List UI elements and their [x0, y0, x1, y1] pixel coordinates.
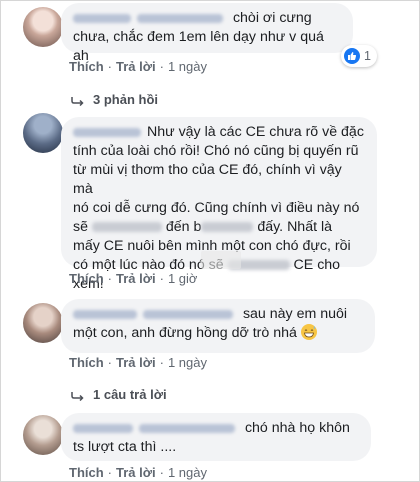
author-name-blurred [73, 13, 131, 23]
comment-actions: Thích · Trả lời · 1 ngày [69, 59, 207, 74]
comment-line: sẽ [73, 219, 88, 235]
avatar[interactable] [23, 7, 63, 47]
like-button[interactable]: Thích [69, 465, 104, 480]
view-replies-link[interactable]: 3 phản hồi [71, 92, 158, 107]
author-name-blurred [137, 13, 223, 23]
author-name-blurred [143, 309, 233, 319]
author-name-blurred [73, 309, 137, 319]
replies-count-label: 3 phản hồi [93, 92, 158, 107]
reply-button[interactable]: Trả lời [116, 355, 156, 370]
like-button[interactable]: Thích [69, 59, 104, 74]
comment-line: nó coi dễ cưng đó. Cũng chính vì điều nà… [73, 200, 360, 216]
reply-arrow-icon [71, 391, 84, 401]
replies-count-label: 1 câu trả lời [93, 387, 167, 402]
comment-line: tính của loài chó rồi! Chó nó cũng bị qu… [73, 143, 359, 159]
author-name-blurred [139, 423, 235, 433]
reply-button[interactable]: Trả lời [116, 465, 156, 480]
comment-actions: Thích · Trả lời · 1 ngày [69, 465, 207, 480]
author-name-blurred [73, 127, 141, 137]
watermark [201, 251, 241, 269]
comment-actions: Thích · Trả lời · 1 ngày [69, 355, 207, 370]
redacted-text [201, 222, 254, 233]
comments-panel: chòi ơi cưng chưa, chắc đem 1em lên dạy … [0, 0, 420, 482]
timestamp[interactable]: 1 ngày [168, 59, 207, 74]
comment-bubble: chó nhà họ khôn ts lượt cta thì .... [61, 413, 371, 461]
like-button[interactable]: Thích [69, 355, 104, 370]
comment-bubble: sau này em nuôi một con, anh đừng hồng d… [61, 299, 375, 353]
author-name-blurred [73, 423, 133, 433]
reaction-count-number: 1 [364, 49, 371, 63]
reaction-count[interactable]: 1 [341, 45, 377, 67]
like-icon [344, 48, 360, 64]
comment-actions: Thích · Trả lời · 1 giờ [69, 271, 198, 286]
avatar[interactable] [23, 303, 63, 343]
reply-button[interactable]: Trả lời [116, 59, 156, 74]
redacted-text [91, 222, 162, 233]
reply-button[interactable]: Trả lời [116, 271, 156, 286]
reply-arrow-icon [71, 96, 84, 106]
grin-sweat-emoji-icon [300, 324, 317, 340]
comment-line: Như vậy là các CE chưa rõ về đặc [147, 124, 364, 140]
view-replies-link[interactable]: 1 câu trả lời [71, 387, 167, 402]
comment-line: CE cho [293, 257, 341, 273]
timestamp[interactable]: 1 ngày [168, 355, 207, 370]
timestamp[interactable]: 1 giờ [168, 271, 198, 286]
comment-line: đến b [165, 219, 202, 235]
comment-bubble: Như vậy là các CE chưa rõ về đặc tính củ… [61, 117, 377, 292]
timestamp[interactable]: 1 ngày [168, 465, 207, 480]
comment-bubble: chòi ơi cưng chưa, chắc đem 1em lên dạy … [61, 3, 353, 64]
comment-line: đấy. Nhất là [257, 219, 333, 235]
comment-line: từ mùi vị thơm tho của CE đó, chính vì v… [73, 162, 342, 197]
like-button[interactable]: Thích [69, 271, 104, 286]
avatar[interactable] [23, 113, 63, 153]
avatar[interactable] [23, 415, 63, 455]
